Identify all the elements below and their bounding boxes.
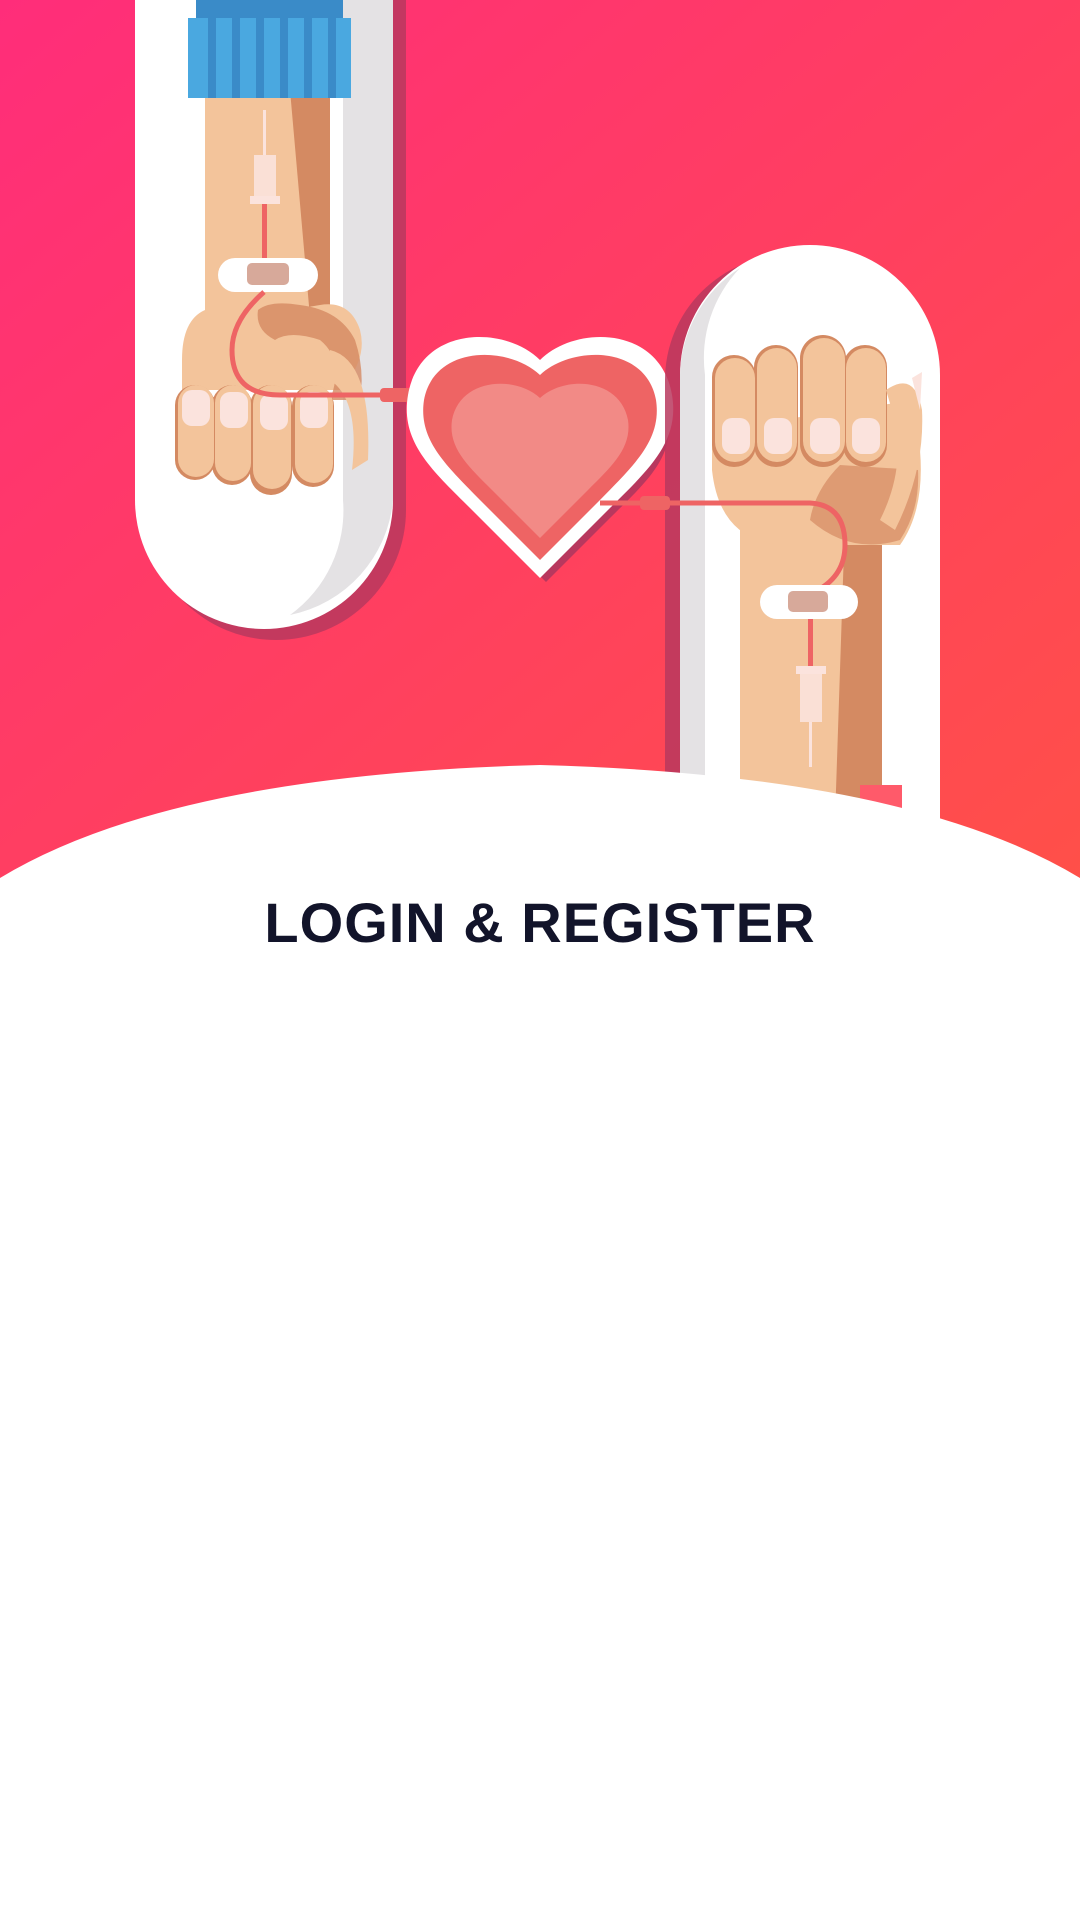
content-area: [0, 1000, 1080, 1920]
login-register-screen: LOGIN & REGISTER: [0, 0, 1080, 1920]
blood-donation-illustration: [0, 0, 1080, 900]
bandage-icon-right: [760, 585, 858, 619]
cuff-icon: [188, 0, 351, 98]
bandage-icon: [218, 258, 318, 292]
hero-illustration: [0, 0, 1080, 900]
page-title: LOGIN & REGISTER: [264, 891, 816, 954]
left-arm-group: [135, 0, 420, 640]
